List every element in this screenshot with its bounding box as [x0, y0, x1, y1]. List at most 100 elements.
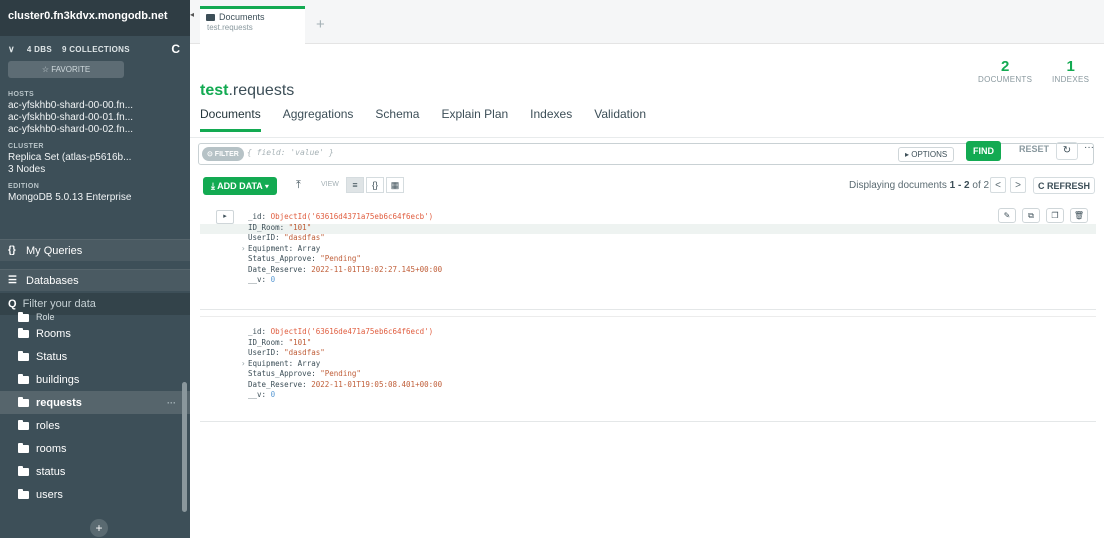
field-key: ID_Room:: [248, 222, 285, 232]
field-user-id: UserID: "dasdfas": [248, 348, 442, 359]
nav-databases[interactable]: ☰ Databases: [0, 269, 190, 291]
field-value: 0: [270, 390, 276, 399]
field-v: __v: 0: [248, 390, 442, 401]
hosts-label: HOSTS: [8, 91, 35, 98]
field-user-id: UserID: "dasdfas": [248, 233, 442, 244]
collection-item-buildings[interactable]: buildings: [0, 368, 190, 391]
add-database-button[interactable]: +: [90, 519, 108, 537]
query-bar[interactable]: ⊙ FILTER { field: 'value' } ▸ OPTIONS: [198, 143, 1094, 165]
cluster-name[interactable]: cluster0.fn3kdvx.mongodb.net: [0, 0, 190, 36]
collection-item-partial[interactable]: Role: [0, 310, 190, 322]
expand-icon[interactable]: ▸: [216, 210, 234, 224]
documents-toolbar: ⤓ ADD DATA ▾ ⤒ VIEW ≡ {} ▦ Displaying do…: [190, 174, 1104, 198]
field-value: 0: [270, 275, 276, 284]
list-view-icon[interactable]: ≡: [346, 177, 364, 193]
collection-label: Rooms: [36, 327, 71, 340]
refresh-button[interactable]: C REFRESH: [1033, 177, 1096, 194]
document-actions: ✎ ⧉ ❐ 🗑: [998, 208, 1088, 223]
prev-page-button[interactable]: <: [990, 177, 1006, 193]
reset-button[interactable]: RESET: [1019, 144, 1049, 154]
field-value: ObjectId('63616de471a75eb6c64f6ecd'): [270, 327, 434, 336]
find-button[interactable]: FIND: [966, 141, 1001, 161]
collection-item-status-lower[interactable]: status: [0, 460, 190, 483]
page-title: test.requests: [200, 82, 294, 100]
database-icon: ☰: [8, 275, 17, 286]
tab-title-label: Documents: [219, 12, 265, 22]
indexes-stat: 1 INDEXES: [1052, 58, 1089, 84]
collection-label: rooms: [36, 442, 67, 455]
table-view-icon[interactable]: ▦: [386, 177, 404, 193]
collection-item-rooms-lower[interactable]: rooms: [0, 437, 190, 460]
more-icon[interactable]: ···: [167, 398, 176, 408]
cluster-summary: ∨ 4 DBS 9 COLLECTIONS C ☆ FAVORITE: [0, 36, 190, 84]
field-status-approve: Status_Approve: "Pending": [248, 369, 442, 380]
folder-icon: [206, 13, 215, 21]
field-key: ID_Room:: [248, 337, 285, 347]
tab-documents-view[interactable]: Documents: [200, 107, 261, 132]
folder-icon: [18, 442, 29, 453]
field-key: _id:: [248, 212, 267, 221]
tab-aggregations[interactable]: Aggregations: [283, 107, 354, 132]
sidebar-scrollbar[interactable]: [182, 382, 187, 512]
collection-item-status[interactable]: Status: [0, 345, 190, 368]
clone-icon[interactable]: ❐: [1046, 208, 1064, 223]
export-icon[interactable]: ⤒: [296, 179, 301, 192]
documents-label: DOCUMENTS: [978, 75, 1033, 84]
document-fields: _id: ObjectId('63616d4371a75eb6c64f6ecb'…: [241, 212, 442, 286]
folder-icon: [18, 419, 29, 430]
collection-item-users[interactable]: users: [0, 483, 190, 506]
json-view-icon[interactable]: {}: [366, 177, 384, 193]
field-key: __v:: [248, 390, 267, 399]
collection-item-roles[interactable]: roles: [0, 414, 190, 437]
field-equipment[interactable]: › Equipment: Array: [241, 243, 442, 255]
field-equipment[interactable]: › Equipment: Array: [241, 359, 442, 370]
field-value: "dasdfas": [284, 233, 325, 242]
tab-namespace: test.requests: [207, 23, 253, 32]
host-item: ac-yfskhb0-shard-00-00.fn...: [8, 100, 134, 111]
more-options-icon[interactable]: ···: [1084, 142, 1094, 153]
folder-icon: [18, 350, 29, 361]
refresh-icon[interactable]: C: [171, 42, 180, 56]
filter-placeholder: Filter your data: [22, 298, 96, 310]
indexes-count: 1: [1066, 58, 1075, 75]
delete-icon[interactable]: 🗑: [1070, 208, 1088, 223]
collection-item-rooms[interactable]: Rooms: [0, 322, 190, 345]
tab-indexes[interactable]: Indexes: [530, 107, 572, 132]
display-status: Displaying documents 1 - 2 of 2: [849, 180, 989, 191]
tab-explain-plan[interactable]: Explain Plan: [441, 107, 508, 132]
document-card[interactable]: _id: ObjectId('63616de471a75eb6c64f6ecd'…: [200, 316, 1096, 422]
next-page-button[interactable]: >: [1010, 177, 1026, 193]
edit-icon[interactable]: ✎: [998, 208, 1016, 223]
field-date-reserve: Date_Reserve: 2022-11-01T19:05:08.401+00…: [248, 380, 442, 391]
document-fields: _id: ObjectId('63616de471a75eb6c64f6ecd'…: [241, 327, 442, 401]
tab-validation[interactable]: Validation: [594, 107, 646, 132]
options-button[interactable]: ▸ OPTIONS: [898, 147, 955, 162]
add-data-button[interactable]: ⤓ ADD DATA ▾: [203, 177, 277, 195]
new-tab-button[interactable]: +: [316, 16, 325, 33]
documents-count: 2: [1000, 58, 1010, 75]
folder-icon: [18, 465, 29, 476]
folder-icon: [18, 373, 29, 384]
cluster-label: CLUSTER: [8, 143, 44, 150]
db-collection-counts[interactable]: ∨ 4 DBS 9 COLLECTIONS: [8, 44, 182, 55]
filter-input[interactable]: { field: 'value' }: [247, 148, 334, 157]
field-value: Array: [297, 243, 321, 253]
chevron-left-icon[interactable]: ◂: [190, 10, 198, 19]
collection-item-requests[interactable]: requests ···: [0, 391, 190, 414]
chevron-right-icon[interactable]: ›: [241, 359, 246, 370]
query-history-icon[interactable]: ↻: [1056, 142, 1078, 160]
chevron-down-icon: ∨: [8, 44, 15, 54]
field-value: "Pending": [320, 369, 361, 378]
favorite-button[interactable]: ☆ FAVORITE: [8, 61, 124, 78]
field-value: "101": [288, 222, 312, 232]
tab-schema[interactable]: Schema: [375, 107, 419, 132]
nav-my-queries[interactable]: {} My Queries: [0, 239, 190, 261]
document-card[interactable]: ▸ ✎ ⧉ ❐ 🗑 _id: ObjectId('63616d4371a75eb…: [200, 204, 1096, 310]
db-name: test: [200, 82, 229, 99]
tab-documents[interactable]: Documents test.requests: [200, 6, 305, 44]
chevron-right-icon[interactable]: ›: [241, 244, 246, 255]
cluster-nodes: 3 Nodes: [8, 164, 46, 175]
field-id-room: ID_Room: "101": [248, 338, 442, 349]
copy-icon[interactable]: ⧉: [1022, 208, 1040, 223]
field-key: Status_Approve:: [248, 369, 316, 378]
